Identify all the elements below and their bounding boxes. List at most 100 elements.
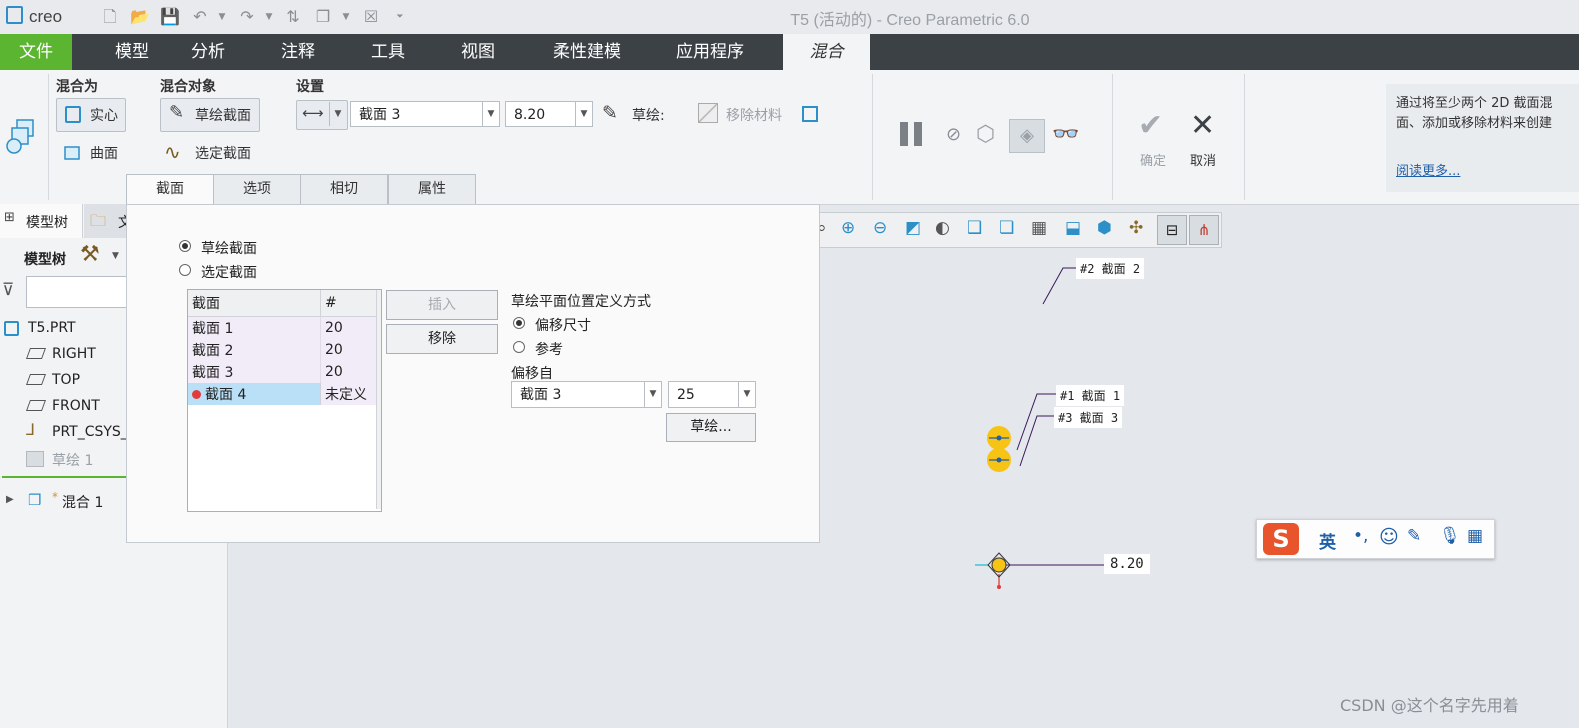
toolbox-icon[interactable]: ▦ xyxy=(1467,526,1483,546)
title-bar: creo 🗋 📂 💾 ↶ ▼ ↷ ▼ ⇅ ❐ ▼ ☒ ⏷ T5 (活动的) - … xyxy=(0,0,1579,35)
tree-item-right[interactable]: RIGHT xyxy=(25,344,128,366)
tree-item-blend[interactable]: ▶ ❒ * 混合 1 xyxy=(6,490,126,512)
windows-icon[interactable]: ❐ xyxy=(313,7,333,27)
tree-icon: ⊞ xyxy=(4,210,15,225)
offset-distance-value: 25 xyxy=(677,387,695,403)
tree-item-label: FRONT xyxy=(52,398,100,414)
section-2-label[interactable]: #2 截面 2 xyxy=(1076,258,1145,279)
tab-sections[interactable]: 截面 xyxy=(126,174,214,204)
verify-mode-icon[interactable]: ◈ xyxy=(1009,119,1045,153)
sketch-button[interactable]: ✎ 草绘: xyxy=(602,100,672,128)
section-name-cell: 截面 3 xyxy=(188,361,321,383)
new-file-icon[interactable]: 🗋 xyxy=(100,7,120,27)
table-row[interactable]: 截面 2 20 xyxy=(188,339,376,361)
preview-geometry-icon[interactable]: ⬡ xyxy=(976,122,995,147)
ok-label: 确定 xyxy=(1140,154,1167,169)
settings-hammer-icon[interactable]: ⚒ xyxy=(80,242,100,267)
tab-properties[interactable]: 属性 xyxy=(388,174,476,204)
no-preview-icon[interactable]: ⊘ xyxy=(946,124,961,145)
close-window-icon[interactable]: ☒ xyxy=(361,7,381,27)
cancel-label: 取消 xyxy=(1190,154,1217,169)
reference-radio[interactable]: 参考 xyxy=(513,339,653,358)
sketch-dialog-button[interactable]: 草绘... xyxy=(666,413,756,442)
tab-tangency[interactable]: 相切 xyxy=(300,174,388,204)
surface-button[interactable]: 曲面 xyxy=(56,140,136,166)
chevron-down-icon[interactable]: ▼ xyxy=(112,251,119,261)
creo-cube-icon xyxy=(6,6,23,24)
tab-annotate[interactable]: 注释 xyxy=(266,34,330,70)
offset-dimension-radio[interactable]: 偏移尺寸 xyxy=(513,315,653,334)
blend-feature-icon xyxy=(6,119,34,154)
customize-toolbar-icon[interactable]: ⏷ xyxy=(390,7,410,27)
offset-from-select[interactable]: 截面 3 ▼ xyxy=(511,381,662,408)
punctuation-icon[interactable]: •, xyxy=(1353,526,1368,546)
ime-mode-label[interactable]: 英 xyxy=(1319,528,1336,553)
tab-folder-browser[interactable]: 🗀 文 xyxy=(84,204,132,238)
tree-item-csys[interactable]: ⅃ PRT_CSYS_ xyxy=(26,422,126,444)
offset-value-input[interactable]: 8.20 ▼ xyxy=(505,101,593,127)
remove-material-button[interactable]: 移除材料 xyxy=(698,100,792,128)
ok-button[interactable]: ✔ 确定 xyxy=(1136,108,1176,172)
tree-item-sketch[interactable]: 草绘 1 xyxy=(26,448,126,470)
pause-button[interactable] xyxy=(898,120,928,150)
tab-model[interactable]: 模型 xyxy=(92,34,172,70)
tree-item-front[interactable]: FRONT xyxy=(25,396,128,418)
tab-model-tree[interactable]: ⊞ 模型树 xyxy=(0,204,83,238)
tab-options[interactable]: 选项 xyxy=(213,174,301,204)
expand-arrow-icon[interactable]: ▶ xyxy=(6,494,14,505)
thicken-icon[interactable] xyxy=(802,106,818,122)
windows-dropdown-icon[interactable]: ▼ xyxy=(336,7,356,27)
table-scrollbar[interactable] xyxy=(376,290,381,509)
regenerate-icon[interactable]: ⇅ xyxy=(283,7,303,27)
section-select[interactable]: 截面 3 ▼ xyxy=(350,101,500,127)
tree-item-top[interactable]: TOP xyxy=(25,370,128,392)
selected-sections-button[interactable]: ∿ 选定截面 xyxy=(160,140,270,166)
glasses-icon[interactable]: 👓 xyxy=(1052,122,1079,147)
section-origin-marker[interactable] xyxy=(991,557,1007,573)
tab-applications[interactable]: 应用程序 xyxy=(664,34,756,70)
tab-file[interactable]: 文件 xyxy=(0,34,72,70)
column-header-number[interactable]: # xyxy=(321,290,377,317)
undo-dropdown-icon[interactable]: ▼ xyxy=(212,7,232,27)
dimension-value[interactable]: 8.20 xyxy=(1104,554,1150,574)
open-file-icon[interactable]: 📂 xyxy=(130,7,150,27)
tab-tools[interactable]: 工具 xyxy=(356,34,420,70)
tree-item-part[interactable]: T5.PRT xyxy=(4,318,128,340)
sketched-sections-button[interactable]: ✎ 草绘截面 xyxy=(160,98,260,132)
tab-view[interactable]: 视图 xyxy=(446,34,510,70)
solid-button[interactable]: 实心 xyxy=(56,98,126,132)
remove-button[interactable]: 移除 xyxy=(386,324,498,354)
tree-search-input[interactable] xyxy=(26,276,127,308)
cancel-button[interactable]: ✕ 取消 xyxy=(1186,108,1226,172)
handwriting-icon[interactable]: ✎ xyxy=(1407,526,1421,546)
tab-flexible-modeling[interactable]: 柔性建模 xyxy=(542,34,632,70)
sketched-sections-radio[interactable]: 草绘截面 xyxy=(179,238,319,257)
insert-button[interactable]: 插入 xyxy=(386,290,498,320)
undo-icon[interactable]: ↶ xyxy=(190,7,210,27)
table-row[interactable]: 截面 3 20 xyxy=(188,361,376,383)
sogou-logo-icon[interactable]: S xyxy=(1263,523,1299,555)
tab-blend[interactable]: 混合 xyxy=(783,34,870,70)
tree-item-label: RIGHT xyxy=(52,346,96,362)
table-row-selected[interactable]: 截面 4 未定义 xyxy=(188,383,376,405)
folder-icon: 🗀 xyxy=(90,211,107,230)
tab-analysis[interactable]: 分析 xyxy=(176,34,240,70)
insert-here-marker[interactable] xyxy=(2,476,126,478)
column-header-section[interactable]: 截面 xyxy=(188,290,321,317)
solid-icon xyxy=(65,106,81,123)
datum-plane-icon xyxy=(25,348,47,359)
offset-type-dropdown[interactable]: ⟷ ▼ xyxy=(296,100,348,130)
section-1-label[interactable]: #1 截面 1 xyxy=(1056,385,1125,406)
sections-table[interactable]: 截面 # 截面 1 20 截面 2 20 截面 3 20 截面 4 未定义 xyxy=(187,289,382,512)
offset-distance-input[interactable]: 25 ▼ xyxy=(668,381,756,408)
redo-icon[interactable]: ↷ xyxy=(237,7,257,27)
filter-icon[interactable]: ⊽ xyxy=(2,280,14,300)
table-row[interactable]: 截面 1 20 xyxy=(188,316,376,339)
microphone-icon[interactable]: 🎙 xyxy=(1439,526,1461,546)
emoji-icon[interactable]: ☺ xyxy=(1379,526,1399,548)
selected-sections-radio[interactable]: 选定截面 xyxy=(179,262,319,281)
save-icon[interactable]: 💾 xyxy=(160,7,180,27)
section-3-label[interactable]: #3 截面 3 xyxy=(1054,407,1123,428)
read-more-link[interactable]: 阅读更多... xyxy=(1396,160,1460,179)
redo-dropdown-icon[interactable]: ▼ xyxy=(259,7,279,27)
